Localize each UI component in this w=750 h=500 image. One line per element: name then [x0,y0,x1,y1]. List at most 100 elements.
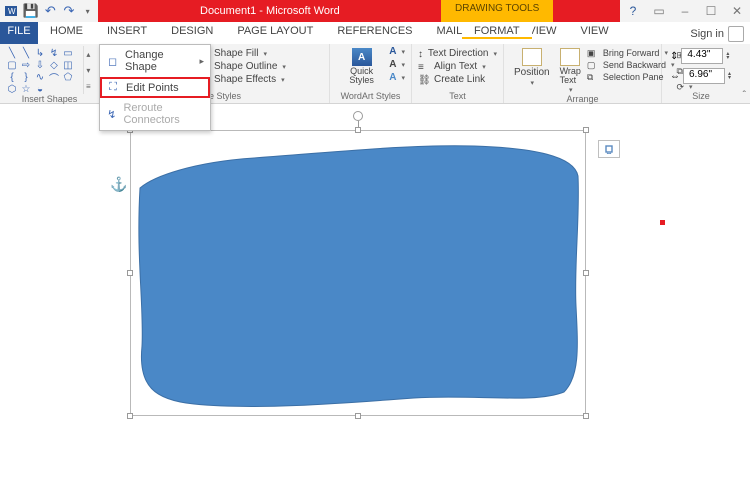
tab-format[interactable]: FORMAT [462,22,532,39]
wrap-icon [560,48,580,66]
tab-references[interactable]: REFERENCES [325,22,424,44]
width-field[interactable]: ⇔6.96"▴▾ [670,68,732,84]
wrap-text-button[interactable]: Wrap Text▾ [556,46,585,94]
tab-file[interactable]: FILE [0,22,38,44]
height-value[interactable]: 4.43" [681,48,723,64]
ribbon-options-button[interactable]: ▭ [646,0,672,22]
shape-effects-button[interactable]: ◑Shape Effects▾ [198,74,286,85]
sign-in[interactable]: Sign in [690,26,744,42]
submenu-arrow-icon: ▸ [199,56,204,67]
position-label: Position [514,67,550,78]
tab-insert[interactable]: INSERT [95,22,159,44]
shape-connector-icon[interactable]: ↳ [34,48,46,58]
help-button[interactable]: ? [620,0,646,22]
maximize-button[interactable]: ☐ [698,0,724,22]
align-text-button[interactable]: ≡Align Text▾ [418,61,497,72]
handle-tr[interactable] [583,127,589,133]
shape-rect-icon[interactable]: ▭ [62,48,74,58]
shape-hex-icon[interactable]: ⬡ [6,84,18,94]
collapse-ribbon-button[interactable]: ˆ [743,90,746,101]
shape-callout-icon[interactable]: ◫ [62,60,74,70]
handle-ml[interactable] [127,270,133,276]
text-direction-icon: ↕ [418,49,424,59]
rotate-handle[interactable] [353,111,363,121]
create-link-button[interactable]: ⛓ Create Link [418,74,497,85]
text-outline-button[interactable]: A▾ [389,59,405,70]
menu-edit-points[interactable]: ⛶Edit Points [100,77,210,98]
handle-mr[interactable] [583,270,589,276]
shape-flow-icon[interactable]: ◇ [48,60,60,70]
text-fill-button[interactable]: A▾ [389,46,405,57]
shape-arrow-d-icon[interactable]: ⇩ [34,60,46,70]
group-label-text: Text [418,91,497,103]
tab-view[interactable]: VIEW [569,22,621,44]
width-icon: ⇔ [670,71,680,82]
handle-tm[interactable] [355,127,361,133]
handle-bl[interactable] [127,413,133,419]
menu-change-shape[interactable]: ◻Change Shape▸ [100,45,210,77]
width-value[interactable]: 6.96" [683,68,725,84]
shape-arrow-r-icon[interactable]: ⇨ [20,60,32,70]
align-text-label: Align Text [434,61,477,72]
link-icon: ⛓ [418,75,430,85]
undo-icon[interactable]: ↶ [44,4,57,18]
shape-line2-icon[interactable]: ╲ [20,48,32,58]
edit-points-icon: ⛶ [106,81,120,94]
shape-freeform-icon[interactable]: ↯ [48,48,60,58]
shape-poly-icon[interactable]: ⬠ [62,72,74,82]
sign-in-label: Sign in [690,28,724,40]
backward-icon: ▢ [587,60,599,70]
minimize-button[interactable]: – [672,0,698,22]
quick-styles-label: Quick Styles [340,67,383,85]
shape-outline-label: Shape Outline [214,61,277,72]
shape-line-icon[interactable]: ╲ [6,48,18,58]
shape-arc-icon[interactable]: ⌒ [48,72,60,82]
quick-styles-button[interactable]: A Quick Styles [336,46,387,85]
position-button[interactable]: Position▾ [510,46,554,94]
text-direction-button[interactable]: ↕Text Direction▾ [418,48,497,59]
group-arrange: Position▾ Wrap Text▾ ▣Bring Forward▾ ▢Se… [504,44,662,103]
text-direction-label: Text Direction [428,48,489,59]
shapes-gallery[interactable]: ╲ ╲ ↳ ↯ ▭ ▢ ⇨ ⇩ ◇ ◫ { } ∿ ⌒ ⬠ ⬡ ☆ ◒ [6,46,81,94]
wordart-a-icon: A [352,48,372,66]
qat-more-icon[interactable]: ▾ [81,4,94,18]
shape-brace-icon[interactable]: { [6,72,18,82]
text-outline-icon: A [389,59,396,70]
anchor-icon[interactable]: ⚓ [110,176,127,193]
selection-icon: ⧉ [587,72,599,82]
freeform-shape[interactable] [134,136,582,412]
redo-icon[interactable]: ↷ [63,4,76,18]
red-marker [660,220,665,225]
shape-outline-button[interactable]: ✎Shape Outline▾ [198,61,286,72]
title-bar: W 💾 ↶ ↷ ▾ Document1 - Microsoft Word DRA… [0,0,750,22]
page[interactable]: ⚓ [60,114,672,494]
shape-effects-label: Shape Effects [214,74,276,85]
text-fill-icon: A [389,46,396,57]
create-link-label: Create Link [434,74,485,85]
shape-star-icon[interactable]: ☆ [20,84,32,94]
text-effects-button[interactable]: A▾ [389,72,405,83]
shape-rect2-icon[interactable]: ▢ [6,60,18,70]
document-area[interactable]: ⚓ [0,104,750,500]
close-button[interactable]: ✕ [724,0,750,22]
layout-options-button[interactable] [598,140,620,158]
shape-other-icon[interactable]: ◒ [34,84,46,94]
handle-bm[interactable] [355,413,361,419]
position-icon [522,48,542,66]
handle-br[interactable] [583,413,589,419]
selection-label: Selection Pane [603,72,664,82]
height-field[interactable]: ⇕4.43"▴▾ [670,48,732,64]
contextual-tab-label: DRAWING TOOLS [441,0,553,22]
group-label-size: Size [670,91,732,103]
tab-design[interactable]: DESIGN [159,22,225,44]
tab-page-layout[interactable]: PAGE LAYOUT [225,22,325,44]
tab-home[interactable]: HOME [38,22,95,44]
wrap-label: Wrap Text [560,67,581,85]
window-controls: ? ▭ – ☐ ✕ [620,0,750,22]
shape-curve-icon[interactable]: ∿ [34,72,46,82]
save-icon[interactable]: 💾 [24,4,38,18]
quick-access-toolbar: W 💾 ↶ ↷ ▾ [0,0,98,22]
shape-fill-button[interactable]: 🪣Shape Fill▾ [198,48,286,59]
shape-brace2-icon[interactable]: } [20,72,32,82]
shapes-gallery-more[interactable]: ▴▾≡ [83,46,93,94]
